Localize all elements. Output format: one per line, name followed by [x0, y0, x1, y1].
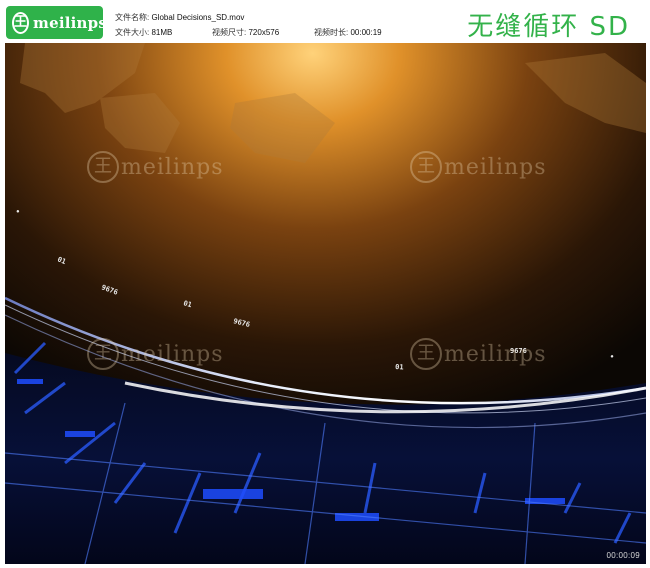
- brand-logo[interactable]: 王 meilinps: [6, 6, 107, 39]
- preview-page: 王 meilinps 文件名称: Global Decisions_SD.mov…: [0, 0, 650, 568]
- file-name-row: 文件名称: Global Decisions_SD.mov: [115, 12, 244, 23]
- video-dims-row: 视频尺寸: 720x576: [212, 27, 279, 38]
- file-size-label: 文件大小:: [115, 28, 150, 37]
- file-name-value: Global Decisions_SD.mov: [151, 13, 245, 22]
- svg-text:9676: 9676: [510, 347, 527, 355]
- video-preview[interactable]: • 01 9676 01 9676 01 9676 • 王 meilinps 王…: [5, 43, 646, 564]
- logo-mark-icon: 王: [12, 11, 30, 34]
- page-title: 无缝循环 SD: [467, 12, 630, 42]
- duration-label: 视频时长:: [314, 28, 349, 37]
- duration-row: 视频时长: 00:00:19: [314, 27, 382, 38]
- video-dims-label: 视频尺寸:: [212, 28, 247, 37]
- playback-timestamp: 00:00:09: [606, 551, 640, 560]
- svg-text:•: •: [610, 353, 614, 361]
- file-size-row: 文件大小: 81MB: [115, 27, 172, 38]
- svg-text:01: 01: [395, 363, 404, 372]
- duration-value: 00:00:19: [350, 28, 382, 37]
- file-name-label: 文件名称:: [115, 13, 150, 22]
- file-size-value: 81MB: [151, 28, 173, 37]
- video-frame-art: • 01 9676 01 9676 01 9676 •: [5, 43, 646, 564]
- logo-text: meilinps: [33, 13, 107, 32]
- video-dims-value: 720x576: [248, 28, 280, 37]
